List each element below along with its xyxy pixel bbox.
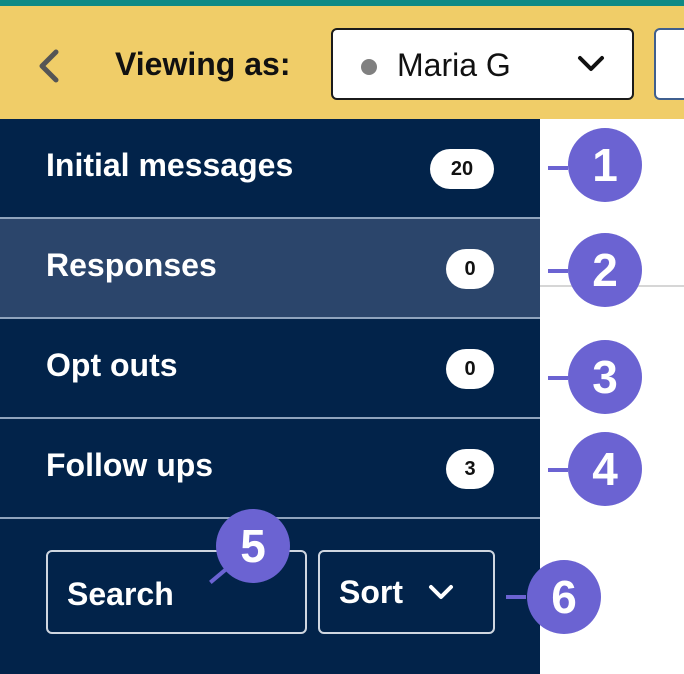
count-badge: 20 (430, 149, 494, 189)
chevron-down-icon (578, 56, 604, 71)
sidebar-item-label: Initial messages (46, 147, 294, 183)
callout-badge-5: 5 (216, 509, 290, 583)
sort-label: Sort (339, 574, 403, 610)
user-select-dropdown[interactable]: Maria G (331, 28, 634, 100)
callout-connector (548, 269, 568, 273)
callout-badge-4: 4 (568, 432, 642, 506)
search-label: Search (67, 576, 174, 612)
callout-badge-6: 6 (527, 560, 601, 634)
callout-connector (548, 166, 568, 170)
callout-badge-3: 3 (568, 340, 642, 414)
sidebar-item-label: Follow ups (46, 447, 214, 483)
sidebar-item-label: Opt outs (46, 347, 178, 383)
callout-connector (506, 595, 526, 599)
chevron-left-icon[interactable] (32, 44, 66, 88)
chevron-down-icon (429, 585, 453, 599)
count-badge: 3 (446, 449, 494, 489)
sort-button[interactable]: Sort (318, 550, 495, 634)
callout-connector (548, 468, 568, 472)
callout-connector (548, 376, 568, 380)
message-folder-sidebar: Initial messages 20 Responses 0 Opt outs… (0, 119, 540, 674)
viewing-as-label: Viewing as: (115, 46, 291, 82)
sidebar-item-initial-messages[interactable]: Initial messages 20 (0, 119, 540, 219)
count-badge: 0 (446, 349, 494, 389)
callout-badge-2: 2 (568, 233, 642, 307)
header-secondary-control[interactable] (654, 28, 684, 100)
viewing-as-header: Viewing as: Maria G (0, 6, 684, 119)
selected-user-name: Maria G (397, 47, 511, 83)
sidebar-item-responses[interactable]: Responses 0 (0, 219, 540, 319)
callout-badge-1: 1 (568, 128, 642, 202)
status-dot (361, 59, 377, 75)
sidebar-item-label: Responses (46, 247, 217, 283)
sidebar-item-opt-outs[interactable]: Opt outs 0 (0, 319, 540, 419)
sidebar-item-follow-ups[interactable]: Follow ups 3 (0, 419, 540, 519)
count-badge: 0 (446, 249, 494, 289)
